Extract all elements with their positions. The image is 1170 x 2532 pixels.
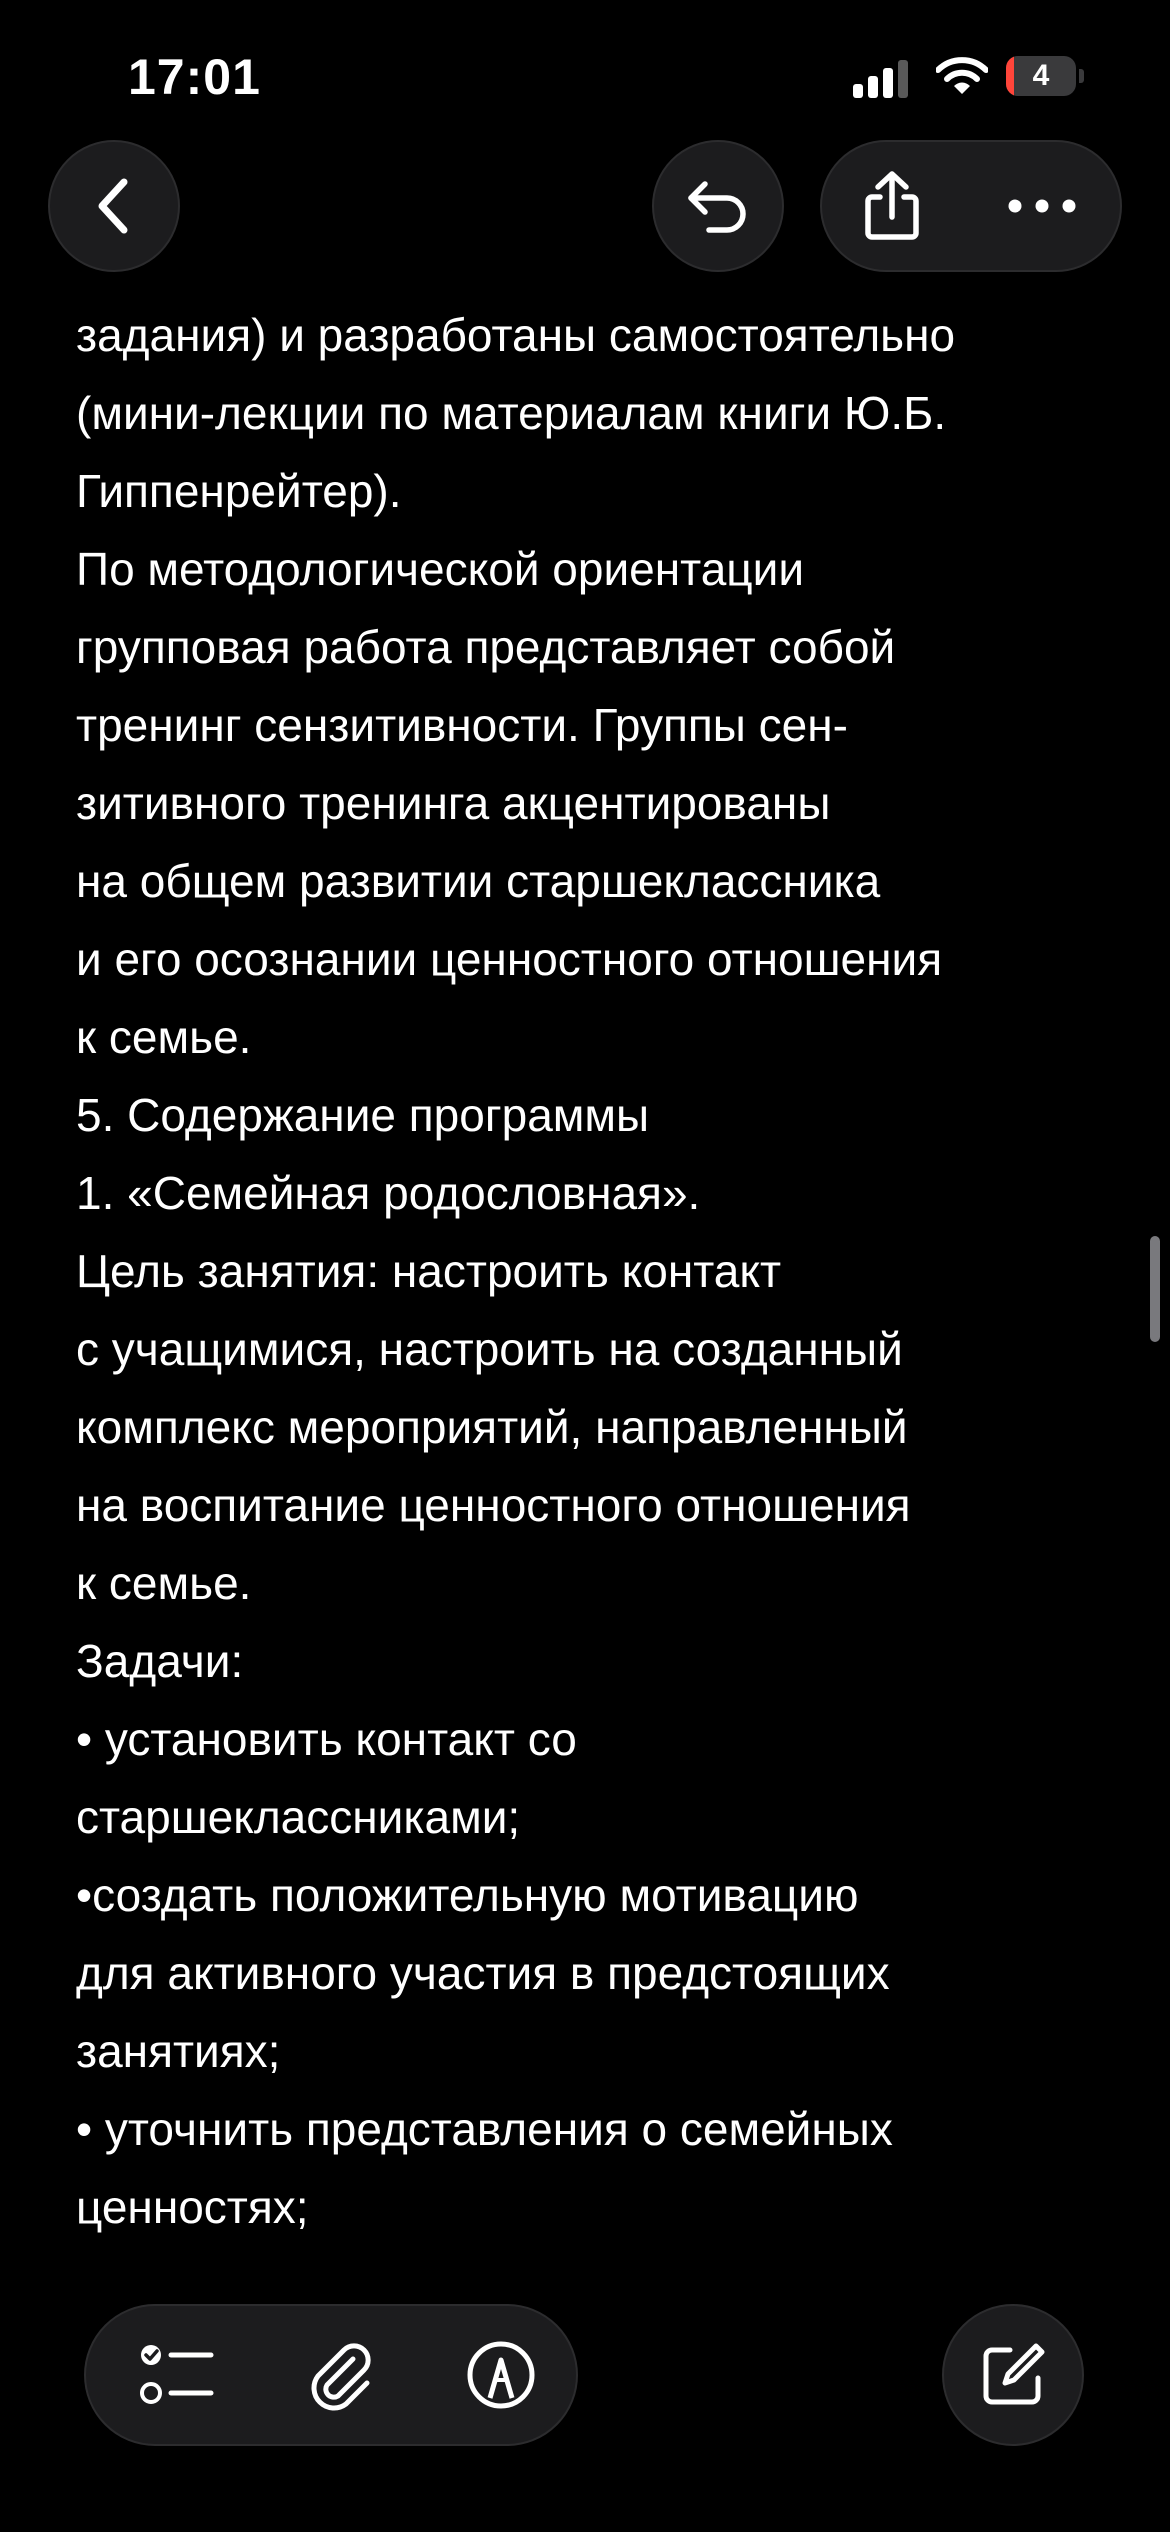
markup-button[interactable] bbox=[426, 2306, 576, 2444]
note-line: комплекс мероприятий, направленный bbox=[76, 1401, 908, 1453]
note-line: тренинг сензитивности. Группы сен- bbox=[76, 699, 848, 751]
note-line: для активного участия в предстоящих bbox=[76, 1947, 890, 1999]
markup-pen-icon bbox=[467, 2341, 535, 2409]
back-button[interactable] bbox=[48, 140, 180, 272]
paperclip-icon bbox=[311, 2343, 371, 2411]
share-more-group bbox=[820, 140, 1122, 272]
back-icon bbox=[98, 178, 128, 234]
note-line: По методологической ориентации bbox=[76, 543, 805, 595]
note-line: с учащимися, настроить на созданный bbox=[76, 1323, 903, 1375]
bottom-toolbar bbox=[84, 2304, 578, 2446]
note-line: ценностях; bbox=[76, 2181, 309, 2233]
more-button[interactable] bbox=[972, 142, 1112, 270]
status-time: 17:01 bbox=[128, 49, 261, 105]
note-line: на воспитание ценностного отношения bbox=[76, 1479, 911, 1531]
undo-button[interactable] bbox=[652, 140, 784, 272]
note-line: Цель занятия: настроить контакт bbox=[76, 1245, 782, 1297]
note-line: •создать положительную мотивацию bbox=[76, 1869, 859, 1921]
checklist-icon bbox=[140, 2345, 214, 2404]
note-body[interactable]: задания) и разработаны самостоятельно (м… bbox=[76, 296, 1116, 2246]
note-line: зитивного тренинга акцентированы bbox=[76, 777, 831, 829]
note-line: к семье. bbox=[76, 1011, 252, 1063]
note-line: • уточнить представления о семейных bbox=[76, 2103, 893, 2155]
note-line: задания) и разработаны самостоятельно bbox=[76, 309, 956, 361]
wifi-icon bbox=[936, 56, 988, 96]
note-line: Задачи: bbox=[76, 1635, 244, 1687]
battery-level: 4 bbox=[1032, 59, 1050, 92]
note-line: Гиппенрейтер). bbox=[76, 465, 402, 517]
note-line: старшеклассниками; bbox=[76, 1791, 521, 1843]
attach-button[interactable] bbox=[266, 2306, 416, 2444]
checklist-button[interactable] bbox=[102, 2306, 252, 2444]
undo-icon bbox=[688, 181, 746, 233]
note-line: 5. Содержание программы bbox=[76, 1089, 650, 1141]
note-line: к семье. bbox=[76, 1557, 252, 1609]
compose-icon bbox=[983, 2343, 1045, 2405]
note-line: занятиях; bbox=[76, 2025, 281, 2077]
battery-icon: 4 bbox=[1006, 56, 1084, 98]
share-icon bbox=[865, 171, 919, 240]
note-line: групповая работа представляет собой bbox=[76, 621, 896, 673]
note-line: и его осознании ценностного отношения bbox=[76, 933, 943, 985]
share-button[interactable] bbox=[822, 142, 962, 270]
note-line: на общем развитии старшеклассника bbox=[76, 855, 881, 907]
cellular-signal-icon bbox=[853, 60, 909, 98]
note-line: 1. «Семейная родословная». bbox=[76, 1167, 701, 1219]
status-bar: 17:01 4 bbox=[0, 0, 1170, 150]
note-line: (мини-лекции по материалам книги Ю.Б. bbox=[76, 387, 947, 439]
compose-button[interactable] bbox=[942, 2304, 1084, 2446]
scroll-indicator[interactable] bbox=[1150, 1236, 1160, 1342]
note-line: • установить контакт со bbox=[76, 1713, 577, 1765]
more-icon bbox=[1008, 199, 1076, 213]
